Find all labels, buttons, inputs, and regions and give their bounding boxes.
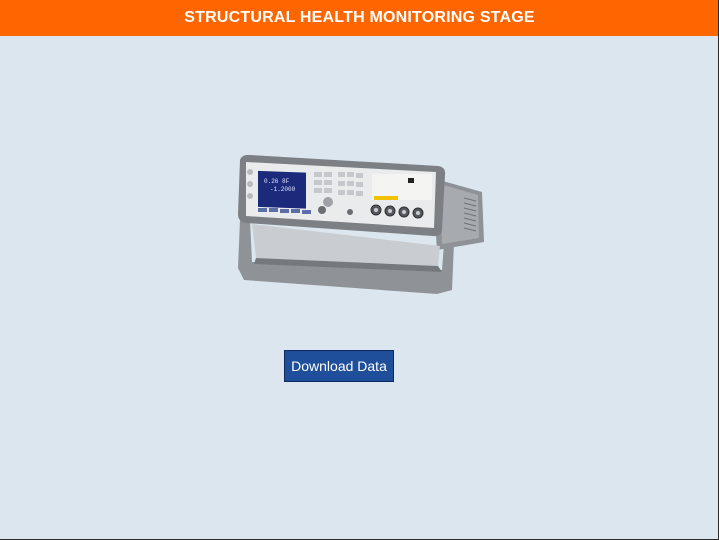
app-header: STRUCTURAL HEALTH MONITORING STAGE [0,0,719,36]
svg-text:-1.2000: -1.2000 [270,186,296,193]
download-data-button[interactable]: Download Data [284,350,394,382]
svg-text:0.26 8F: 0.26 8F [264,178,290,185]
page-title: STRUCTURAL HEALTH MONITORING STAGE [184,9,535,26]
instrument-image: 0.26 8F -1.2000 [232,150,492,300]
